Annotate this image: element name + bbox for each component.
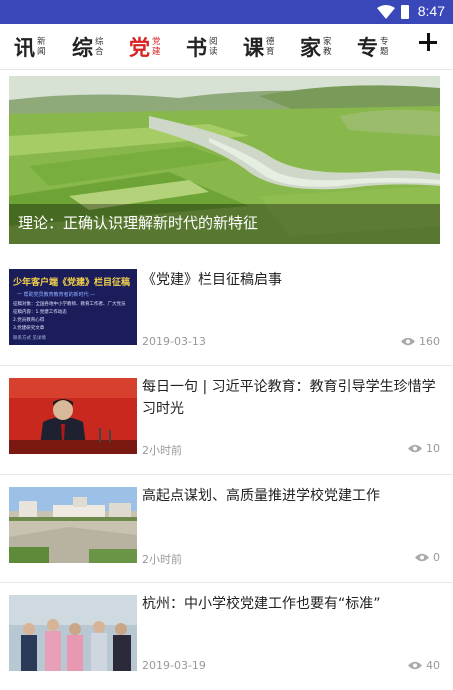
thumb-text: 征稿对象：全国各地中小学教师、教育工作者、广大党员 征稿内容：1.党建工作动态 … xyxy=(13,301,126,333)
tab-small-label: 德育 xyxy=(266,37,275,57)
tab-small-label: 新闻 xyxy=(37,37,46,57)
view-count: 10 xyxy=(408,442,440,455)
view-count: 0 xyxy=(415,551,440,564)
view-count-value: 160 xyxy=(419,335,440,348)
news-headline: 每日一句 | 习近平论教育：教育引导学生珍惜学习时光 xyxy=(142,379,436,417)
tab-small-label: 综合 xyxy=(95,37,104,57)
view-count-value: 10 xyxy=(426,442,440,455)
thumb-line: 征稿内容：1.党建工作动态 xyxy=(13,310,67,315)
tab-news[interactable]: 讯 新闻 xyxy=(14,24,47,70)
news-thumbnail xyxy=(9,487,137,563)
thumb-line: 2.党员教育心得 xyxy=(13,318,45,323)
tab-moral-education[interactable]: 课 德育 xyxy=(243,24,276,70)
news-thumbnail xyxy=(9,595,137,671)
news-headline: 高起点谋划、高质量推进学校党建工作 xyxy=(142,488,380,504)
news-item[interactable]: 每日一句 | 习近平论教育：教育引导学生珍惜学习时光 2小时前 10 xyxy=(0,365,453,473)
news-date: 2小时前 xyxy=(142,553,182,566)
view-count-value: 40 xyxy=(426,659,440,672)
tab-big-char: 党 xyxy=(129,34,150,60)
tab-big-char: 讯 xyxy=(14,34,35,60)
thumb-photo xyxy=(9,487,137,563)
news-date: 2小时前 xyxy=(142,444,182,457)
view-count: 160 xyxy=(401,335,440,348)
battery-icon xyxy=(401,5,409,19)
news-date: 2019-03-19 xyxy=(142,659,206,672)
news-item[interactable]: 高起点谋划、高质量推进学校党建工作 2小时前 0 xyxy=(0,474,453,582)
tab-big-char: 综 xyxy=(72,34,93,60)
tab-special-topics[interactable]: 专 专题 xyxy=(357,24,390,70)
thumb-title: 少年客户端《党建》栏目征稿 xyxy=(13,278,131,288)
view-count: 40 xyxy=(408,659,440,672)
thumb-line: 征稿对象：全国各地中小学教师、教育工作者、广大党员 xyxy=(13,302,126,307)
tab-party-building[interactable]: 党 党建 xyxy=(129,24,162,70)
news-headline: 《党建》栏目征稿启事 xyxy=(142,272,282,288)
status-time: 8:47 xyxy=(417,3,445,19)
status-bar: 8:47 xyxy=(0,0,453,24)
news-thumbnail: 少年客户端《党建》栏目征稿 一 帮助党员教育教育者的新时代 — 征稿对象：全国各… xyxy=(9,269,137,345)
tab-big-char: 家 xyxy=(300,34,321,60)
thumb-subtitle: 一 帮助党员教育教育者的新时代 — xyxy=(17,292,96,298)
news-item[interactable]: 少年客户端《党建》栏目征稿 一 帮助党员教育教育者的新时代 — 征稿对象：全国各… xyxy=(0,255,453,363)
tab-general[interactable]: 综 综合 xyxy=(72,24,105,70)
add-channel-button[interactable] xyxy=(419,33,437,51)
tab-big-char: 专 xyxy=(357,34,378,60)
tab-big-char: 书 xyxy=(186,34,207,60)
tab-small-label: 党建 xyxy=(152,37,161,57)
wifi-icon xyxy=(377,5,395,19)
featured-banner[interactable]: 理论：正确认识理解新时代的新特征 xyxy=(9,76,440,244)
eye-icon xyxy=(408,661,422,670)
tab-family-education[interactable]: 家 家教 xyxy=(300,24,333,70)
eye-icon xyxy=(408,444,422,453)
banner-title: 理论：正确认识理解新时代的新特征 xyxy=(18,214,259,232)
news-date: 2019-03-13 xyxy=(142,335,206,348)
eye-icon xyxy=(415,553,429,562)
tab-big-char: 课 xyxy=(243,34,264,60)
tab-small-label: 专题 xyxy=(380,37,389,57)
category-tabs: 讯 新闻 综 综合 党 党建 书 阅读 课 德育 家 家教 专 专题 xyxy=(0,24,453,70)
thumb-line: 3.党建研究文章 xyxy=(13,326,45,331)
thumb-photo xyxy=(9,595,137,671)
eye-icon xyxy=(401,337,415,346)
tab-small-label: 家教 xyxy=(323,37,332,57)
view-count-value: 0 xyxy=(433,551,440,564)
tab-reading[interactable]: 书 阅读 xyxy=(186,24,219,70)
thumb-footer: 联系方式 见详情 xyxy=(13,336,46,341)
tab-small-label: 阅读 xyxy=(209,37,218,57)
thumb-photo xyxy=(9,378,137,454)
news-headline: 杭州：中小学校党建工作也要有“标准” xyxy=(142,596,381,612)
news-thumbnail xyxy=(9,378,137,454)
